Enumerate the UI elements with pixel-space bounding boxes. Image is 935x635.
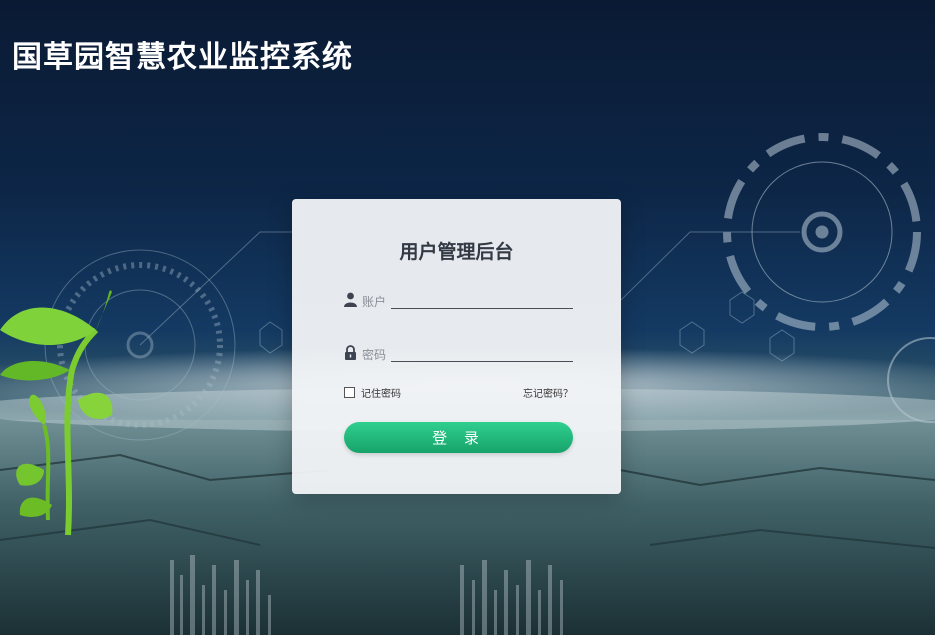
login-card: 用户管理后台 账户 密码 记住密码 忘记密码？ 登 录 <box>292 199 621 494</box>
account-input[interactable] <box>391 289 573 309</box>
login-page: 国草园智慧农业监控系统 用户管理后台 账户 密码 记住密码 忘记密码？ 登 录 <box>0 0 935 635</box>
password-field: 密码 <box>344 342 573 366</box>
app-title: 国草园智慧农业监控系统 <box>12 40 353 75</box>
account-field: 账户 <box>344 289 573 313</box>
login-title: 用户管理后台 <box>399 241 514 263</box>
password-input[interactable] <box>391 342 573 362</box>
login-button[interactable]: 登 录 <box>344 422 573 453</box>
remember-label[interactable]: 记住密码 <box>361 385 401 400</box>
account-label: 账户 <box>362 295 387 309</box>
password-label: 密码 <box>362 348 387 362</box>
remember-checkbox[interactable] <box>344 387 355 398</box>
lock-icon <box>345 345 356 360</box>
forgot-password-link[interactable]: 忘记密码？ <box>523 385 573 400</box>
user-icon <box>344 292 357 307</box>
